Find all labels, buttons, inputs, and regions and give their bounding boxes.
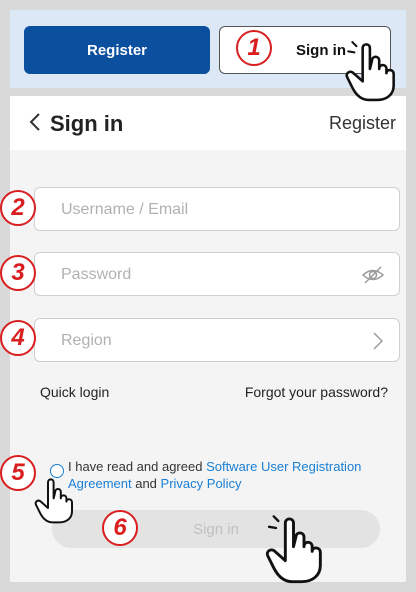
agreement-prefix: I have read and agreed bbox=[68, 459, 203, 474]
username-input[interactable] bbox=[59, 188, 363, 232]
eye-off-icon[interactable] bbox=[361, 265, 385, 285]
forgot-password-link[interactable]: Forgot your password? bbox=[245, 384, 388, 400]
agreement-text: I have read and agreed Software User Reg… bbox=[68, 458, 368, 492]
region-field[interactable] bbox=[34, 318, 400, 363]
app-header: Sign in Register bbox=[10, 96, 406, 150]
pointing-hand-icon bbox=[345, 41, 395, 102]
step-5-badge: 5 bbox=[0, 455, 36, 491]
pointing-hand-icon bbox=[265, 515, 322, 584]
agreement-conjunction: and bbox=[135, 476, 157, 491]
username-field[interactable] bbox=[34, 187, 400, 232]
pointing-hand-icon bbox=[34, 478, 73, 524]
password-input[interactable] bbox=[59, 253, 363, 297]
privacy-policy-link[interactable]: Privacy Policy bbox=[161, 476, 242, 491]
password-field[interactable] bbox=[34, 252, 400, 297]
step-2-badge: 2 bbox=[0, 190, 36, 226]
region-select[interactable] bbox=[59, 319, 363, 363]
page-title: Sign in bbox=[50, 111, 124, 136]
register-button[interactable]: Register bbox=[24, 26, 210, 74]
step-1-badge: 1 bbox=[236, 30, 272, 66]
chevron-left-icon[interactable] bbox=[24, 110, 48, 134]
chevron-right-icon bbox=[373, 332, 384, 350]
register-link[interactable]: Register bbox=[329, 113, 396, 134]
step-6-badge: 6 bbox=[102, 510, 138, 546]
step-3-badge: 3 bbox=[0, 255, 36, 291]
step-4-badge: 4 bbox=[0, 320, 36, 356]
quick-login-link[interactable]: Quick login bbox=[40, 384, 109, 400]
